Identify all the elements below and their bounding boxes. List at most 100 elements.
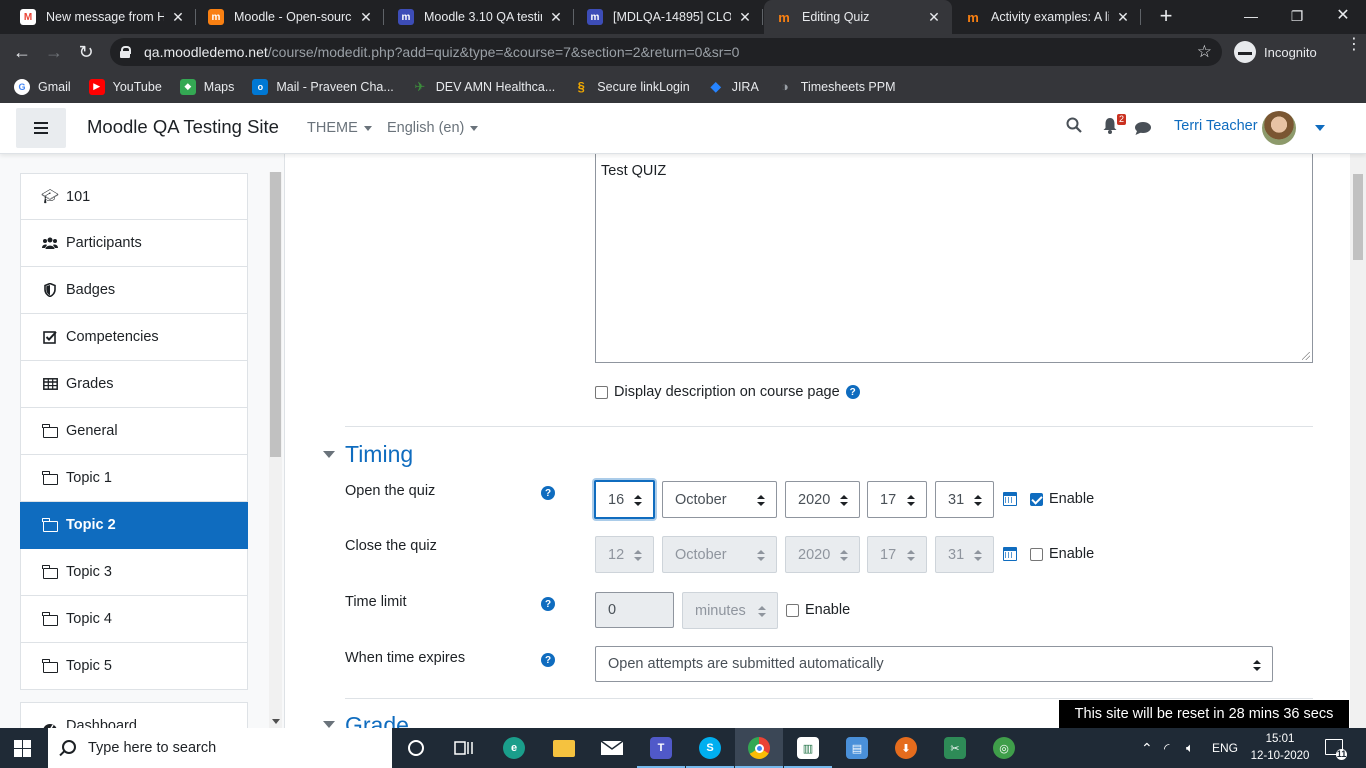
description-editor[interactable]: Test QUIZ [595,154,1313,363]
forward-arrow-icon[interactable]: → [42,40,66,64]
browser-tab-activity-examples[interactable]: m Activity examples: A list ✕ [953,0,1141,34]
volume-icon[interactable]: 🔈︎ [1186,728,1194,768]
drawer-item-competencies[interactable]: Competencies [20,314,248,361]
grade-section-title[interactable]: Grade [345,712,409,728]
spreadsheet-app-icon[interactable]: ▥ [784,728,832,768]
close-icon[interactable]: ✕ [358,9,374,26]
document-app-icon[interactable]: ▤ [833,728,881,768]
drawer-scrollbar[interactable] [269,172,282,728]
bookmark-jira[interactable]: ◆ JIRA [708,78,758,95]
resize-grip-icon[interactable] [1302,352,1310,360]
taskbar-clock[interactable]: 15:01 12-10-2020 [1250,731,1310,765]
close-icon[interactable]: ✕ [548,9,564,26]
action-center-icon[interactable] [1325,739,1347,760]
bell-icon[interactable] [1102,117,1118,139]
close-icon[interactable]: ✕ [926,9,942,26]
timing-section-title[interactable]: Timing [345,441,413,468]
close-quiz-enable-row[interactable]: Enable [1030,546,1094,562]
bookmark-mail[interactable]: o Mail - Praveen Cha... [252,78,394,95]
browser-tab-editing-quiz[interactable]: m Editing Quiz ✕ [764,0,952,34]
address-bar[interactable]: qa.moodledemo.net/course/modedit.php?add… [110,38,1222,66]
edge-icon[interactable]: e [490,728,538,768]
bookmark-dev-amn[interactable]: ✈ DEV AMN Healthca... [412,79,555,95]
close-icon[interactable]: ✕ [1115,9,1131,26]
skype-icon[interactable]: S [686,728,734,768]
bookmark-star-icon[interactable]: ☆ [1197,42,1212,62]
drawer-item-topic-4[interactable]: Topic 4 [20,596,248,643]
show-hidden-icons-icon[interactable]: ⌃ [1141,728,1153,768]
open-quiz-year-select[interactable]: 2020 [785,481,860,518]
close-quiz-enable-checkbox[interactable] [1030,547,1043,561]
theme-menu[interactable]: THEME [307,120,372,136]
drawer-item-participants[interactable]: Participants [20,220,248,267]
close-quiz-minute-select[interactable]: 31 [935,536,994,573]
bookmark-secure-link[interactable]: § Secure linkLogin [573,79,690,95]
drawer-item-topic-2[interactable]: Topic 2 [20,502,248,549]
teams-icon[interactable]: T [637,728,685,768]
help-icon[interactable]: ? [845,385,860,399]
close-quiz-hour-select[interactable]: 17 [867,536,927,573]
mail-icon[interactable] [588,728,636,768]
drawer-item-topic-5[interactable]: Topic 5 [20,643,248,690]
wifi-icon[interactable]: ◜ [1164,728,1169,768]
close-icon[interactable]: ✕ [737,9,753,26]
close-quiz-year-select[interactable]: 2020 [785,536,860,573]
when-time-expires-select[interactable]: Open attempts are submitted automaticall… [595,646,1273,682]
display-description-checkbox[interactable] [595,385,608,399]
minimize-icon[interactable]: — [1228,0,1274,34]
chrome-menu-icon[interactable]: ⋮ [1346,37,1362,53]
open-quiz-month-select[interactable]: October [662,481,777,518]
incognito-indicator[interactable]: Incognito [1234,38,1317,66]
drawer-item-general[interactable]: General [20,408,248,455]
site-name-link[interactable]: Moodle QA Testing Site [87,116,279,138]
new-tab-button[interactable]: + [1154,4,1178,28]
messages-icon[interactable] [1134,120,1152,141]
time-limit-enable-checkbox[interactable] [786,603,799,617]
bookmark-maps[interactable]: ◆ Maps [179,78,234,95]
caret-down-icon[interactable] [1315,125,1325,131]
task-view-icon[interactable] [440,728,488,768]
avatar[interactable] [1262,111,1296,145]
reload-icon[interactable]: ↻ [74,40,98,64]
calendar-icon[interactable] [1003,492,1017,506]
browser-tab-mdlqa[interactable]: m [MDLQA-14895] CLONE ✕ [575,0,763,34]
windows-start-icon[interactable] [14,740,31,757]
time-limit-unit-select[interactable]: minutes [682,592,778,629]
close-icon[interactable]: ✕ [170,9,186,26]
collapse-toggle-icon[interactable] [323,721,335,728]
window-close-icon[interactable]: ✕ [1320,0,1366,34]
calendar-icon[interactable] [1003,547,1017,561]
open-quiz-day-select[interactable]: 16 [594,480,655,519]
search-icon[interactable] [1066,117,1082,138]
downloader-icon[interactable]: ⬇ [882,728,930,768]
open-quiz-minute-select[interactable]: 31 [935,481,994,518]
close-quiz-month-select[interactable]: October [662,536,777,573]
help-icon[interactable]: ? [541,597,555,611]
cortana-icon[interactable] [392,728,440,768]
display-description-checkbox-row[interactable]: Display description on course page ? [595,384,860,400]
drawer-item-badges[interactable]: Badges [20,267,248,314]
open-quiz-enable-row[interactable]: Enable [1030,491,1094,507]
help-icon[interactable]: ? [541,653,555,667]
browser-tab-gmail[interactable]: M New message from Hel ✕ [8,0,196,34]
bookmark-youtube[interactable]: ▶ YouTube [88,78,162,95]
collapse-toggle-icon[interactable] [323,451,335,458]
drawer-item-topic-1[interactable]: Topic 1 [20,455,248,502]
page-scrollbar[interactable] [1350,154,1366,728]
back-arrow-icon[interactable]: ← [10,40,34,64]
drawer-item-grades[interactable]: Grades [20,361,248,408]
restore-icon[interactable]: ❐ [1274,0,1320,34]
time-limit-enable-row[interactable]: Enable [786,602,850,618]
drawer-item-course-101[interactable]: 🎓︎ 101 [20,173,248,220]
vpn-globe-icon[interactable]: ◎ [980,728,1028,768]
help-icon[interactable]: ? [541,486,555,500]
browser-tab-moodle-open-source[interactable]: m Moodle - Open-source ✕ [196,0,384,34]
bookmark-timesheets[interactable]: ◑ Timesheets PPM [777,79,896,95]
browser-tab-moodle-qa[interactable]: m Moodle 3.10 QA testing ✕ [386,0,574,34]
bookmark-gmail[interactable]: G Gmail [14,78,71,95]
chrome-icon[interactable] [735,728,783,768]
file-explorer-icon[interactable] [540,728,588,768]
open-quiz-enable-checkbox[interactable] [1030,492,1043,506]
open-quiz-hour-select[interactable]: 17 [867,481,927,518]
time-limit-input[interactable]: 0 [595,592,674,628]
